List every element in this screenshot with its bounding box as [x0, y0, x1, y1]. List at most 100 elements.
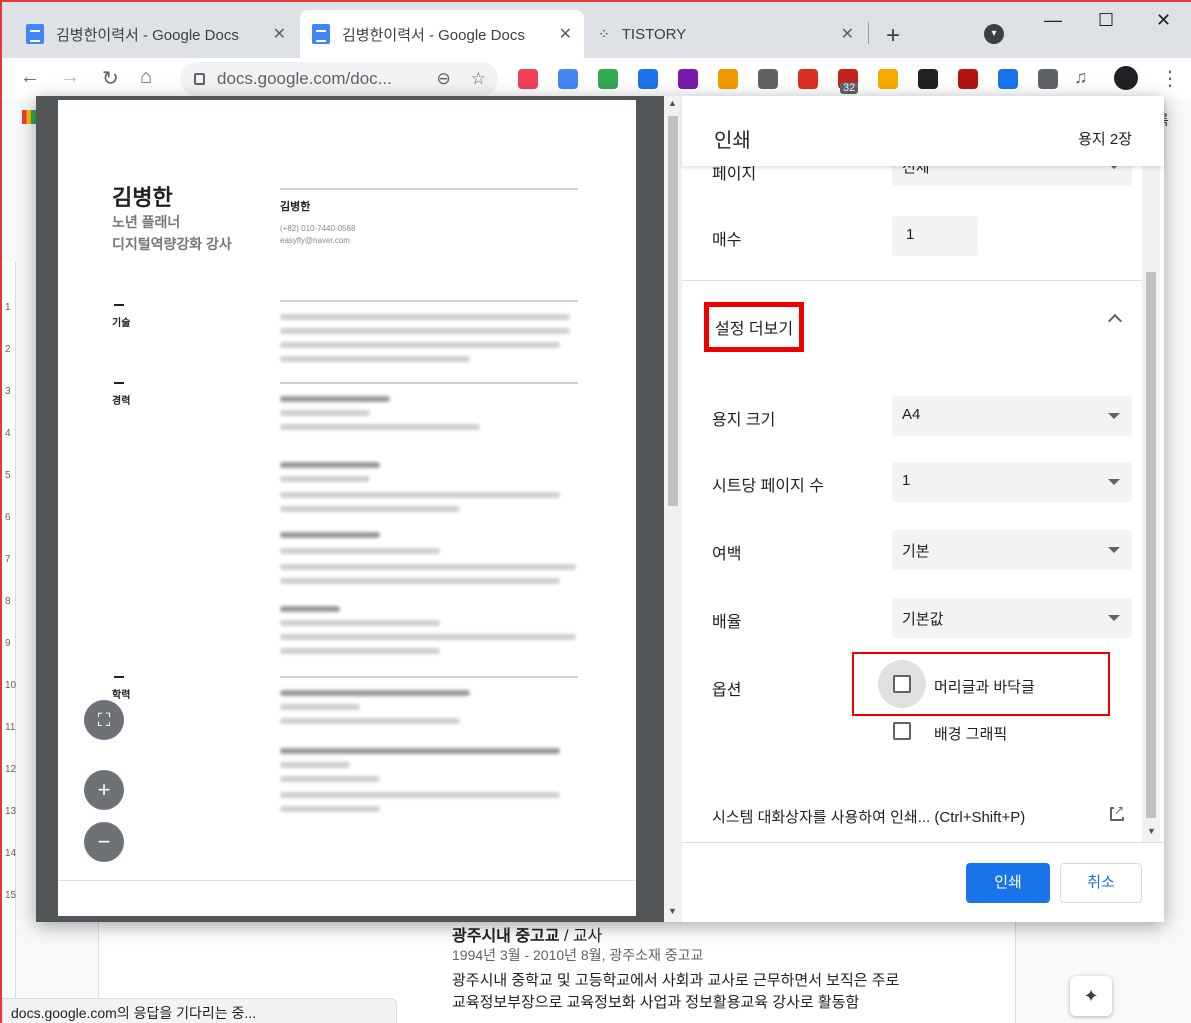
highlight-box — [852, 652, 1110, 716]
forward-button[interactable]: → — [60, 66, 80, 89]
close-icon[interactable]: ✕ — [841, 24, 854, 44]
maximize-button[interactable]: ☐ — [1098, 10, 1114, 31]
open-external-icon[interactable] — [1110, 803, 1125, 821]
pocket-icon[interactable] — [518, 69, 538, 89]
preview-section-education: 학력 — [112, 690, 131, 701]
preview-role: 노년 플래너 — [112, 214, 181, 230]
tab-docs-1[interactable]: 김병한이력서 - Google Docs ✕ — [14, 10, 298, 58]
clapper-icon[interactable] — [918, 69, 938, 89]
translate-icon[interactable] — [558, 69, 578, 89]
lock-icon — [194, 73, 205, 85]
tab-title: TISTORY — [621, 25, 687, 43]
ruler-number: 2 — [5, 344, 11, 355]
blurred-text — [280, 314, 570, 320]
scale-label: 배율 — [712, 614, 742, 631]
doc-heading: 광주시내 중고교 / 교사 — [452, 928, 603, 945]
layout-icon[interactable] — [718, 69, 738, 89]
pages-label: 페이지 — [712, 166, 757, 183]
scroll-up-icon[interactable]: ▲ — [668, 98, 677, 108]
sheet-count: 용지 2장 — [1078, 131, 1132, 148]
scroll-down-icon[interactable]: ▼ — [668, 906, 677, 916]
scroll-down-icon[interactable]: ▼ — [1147, 826, 1156, 836]
section-dash — [114, 304, 124, 306]
speed-icon[interactable] — [598, 69, 618, 89]
blurred-text — [280, 620, 440, 626]
blurred-text — [280, 648, 440, 654]
tab-search-icon[interactable]: ▾ — [984, 24, 1004, 44]
scale-select[interactable]: 기본값 — [892, 598, 1132, 638]
new-tab-button[interactable]: + — [886, 22, 900, 50]
window-close-button[interactable]: ✕ — [1156, 10, 1171, 31]
onenote-icon[interactable] — [678, 69, 698, 89]
tab-tistory[interactable]: ⁘ TISTORY ✕ — [586, 10, 866, 58]
penguin-icon[interactable] — [878, 69, 898, 89]
home-button[interactable]: ⌂ — [140, 66, 152, 89]
zoom-icon[interactable]: ⊖ — [437, 69, 451, 89]
pages-per-sheet-label: 시트당 페이지 수 — [712, 478, 824, 495]
blurred-text — [280, 424, 480, 430]
ruler-number: 5 — [5, 470, 11, 481]
section-dash — [114, 676, 124, 678]
scroll-thumb[interactable] — [1146, 272, 1156, 818]
cancel-button[interactable]: 취소 — [1060, 863, 1142, 903]
minimize-button[interactable]: — — [1044, 10, 1062, 31]
settings-scroll-area: 페이지 전체 매수 1 설정 더보기 용지 크기 A4 시트당 페이지 수 1 … — [682, 166, 1164, 842]
dropdown-caret-icon — [1108, 547, 1120, 553]
blurred-text — [280, 548, 440, 554]
margins-select[interactable]: 기본 — [892, 530, 1132, 570]
stamp-icon[interactable] — [758, 69, 778, 89]
circle-icon[interactable] — [998, 69, 1018, 89]
apps-icon[interactable] — [22, 110, 36, 124]
screen-icon[interactable] — [798, 69, 818, 89]
zoom-out-button[interactable]: − — [84, 822, 124, 862]
print-button[interactable]: 인쇄 — [966, 863, 1050, 903]
ruler-number: 8 — [5, 596, 11, 607]
blurred-text — [280, 564, 576, 570]
copies-input[interactable]: 1 — [892, 216, 978, 256]
reload-button[interactable]: ↻ — [102, 66, 119, 91]
bookmark-star-icon[interactable]: ☆ — [471, 69, 486, 89]
settings-scrollbar[interactable]: ▼ — [1142, 166, 1160, 842]
paper-size-select[interactable]: A4 — [892, 396, 1132, 436]
vertical-ruler: 1 2 3 4 5 6 7 8 9 10 11 12 13 14 15 — [2, 262, 16, 1002]
more-settings-button[interactable]: 설정 더보기 — [704, 302, 805, 352]
blurred-text — [280, 492, 560, 498]
blurred-text — [280, 506, 460, 512]
fit-to-page-icon[interactable]: ⛶ — [84, 700, 124, 740]
back-button[interactable]: ← — [20, 66, 40, 89]
close-icon[interactable]: ✕ — [559, 24, 572, 44]
pages-per-sheet-select[interactable]: 1 — [892, 462, 1132, 502]
media-icon[interactable]: ♫ — [1074, 67, 1088, 88]
ruler-number: 11 — [5, 722, 16, 733]
background-graphics-label[interactable]: 배경 그래픽 — [934, 723, 1007, 744]
blurred-text — [280, 532, 380, 538]
address-bar[interactable]: docs.google.com/doc... ⊖ ☆ — [180, 62, 498, 96]
profile-avatar[interactable] — [1112, 64, 1140, 92]
docs-icon — [26, 24, 44, 44]
ruler-number: 3 — [5, 386, 11, 397]
preview-rule — [280, 382, 578, 384]
tab-docs-2[interactable]: 김병한이력서 - Google Docs ✕ — [300, 10, 584, 58]
h-icon[interactable] — [958, 69, 978, 89]
system-dialog-link[interactable]: 시스템 대화상자를 사용하여 인쇄... (Ctrl+Shift+P) — [712, 806, 1025, 827]
pages-select[interactable]: 전체 — [892, 166, 1132, 186]
zoom-in-button[interactable]: + — [84, 770, 124, 810]
chevron-up-icon[interactable] — [1107, 313, 1123, 329]
preview-section-career: 경력 — [112, 396, 131, 407]
tab-title: 김병한이력서 - Google Docs — [342, 26, 525, 44]
scroll-thumb[interactable] — [668, 116, 678, 506]
print-dialog: 김병한 노년 플래너 디지털역량강화 강사 김병한 (+82) 010-7440… — [36, 96, 1164, 922]
docs-icon — [312, 24, 330, 44]
puzzle-icon[interactable] — [1038, 69, 1058, 89]
doc-body: 광주시내 중학교 및 고등학교에서 사회과 교사로 근무하면서 보직은 주로 교… — [452, 972, 900, 1011]
reader-icon[interactable] — [638, 69, 658, 89]
print-settings-panel: 인쇄 용지 2장 페이지 전체 매수 1 설정 더보기 용지 크기 A4 시트당… — [682, 96, 1164, 922]
close-icon[interactable]: ✕ — [273, 24, 286, 44]
blurred-text — [280, 462, 380, 468]
blurred-text — [280, 342, 560, 348]
background-graphics-checkbox[interactable] — [893, 722, 911, 740]
browser-menu-icon[interactable]: ⋮ — [1160, 66, 1180, 91]
explore-button[interactable]: ✦ — [1070, 976, 1112, 1016]
preview-scrollbar[interactable]: ▲ ▼ — [664, 96, 682, 922]
preview-rule — [280, 300, 578, 302]
